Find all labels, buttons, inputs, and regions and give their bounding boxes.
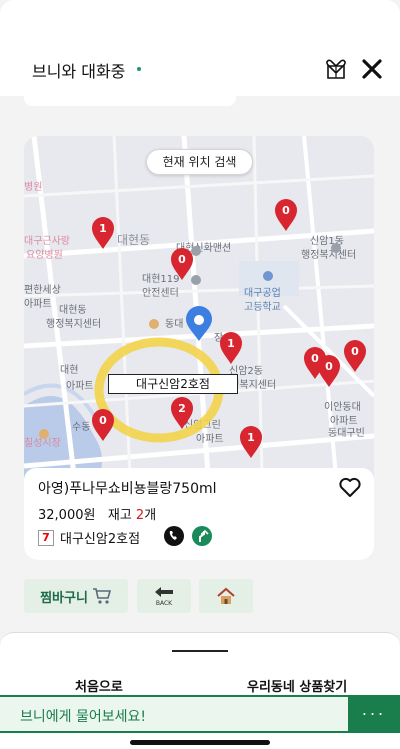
place-label: 아파트: [24, 298, 52, 310]
product-name: 아영)푸나무쇼비뇽블랑750ml: [38, 481, 217, 497]
ask-input[interactable]: 브니에게 물어보세요!: [20, 706, 146, 726]
poi-icon: [263, 271, 273, 281]
product-info-panel: 아영)푸나무쇼비뇽블랑750ml 32,000원 재고 2개 7 대구신암2호점: [24, 468, 374, 560]
find-local-products-button[interactable]: 우리동네 상품찾기: [247, 676, 347, 695]
place-label: 대현동: [117, 233, 150, 247]
marker-label: 0: [325, 360, 333, 373]
store-row: 7 대구신암2호점: [38, 528, 140, 547]
poi-icon: [191, 275, 201, 285]
app-screen: 브니와 대화중 대구근사랑 요양병원 대현동 대현신화맨션 신암1동 행정복지센…: [0, 0, 400, 749]
previous-message-bubble: [24, 92, 236, 106]
gift-heart-icon[interactable]: [323, 56, 349, 82]
place-label: 동대구빈: [328, 427, 365, 439]
place-label: 요양병원: [26, 249, 63, 261]
sheet-handle[interactable]: [172, 650, 228, 652]
place-label: 아파트: [66, 380, 94, 392]
chat-title: 브니와 대화중: [32, 62, 126, 81]
place-label: 대구공업: [244, 286, 281, 299]
place-label: 대현: [60, 364, 78, 376]
store-name: 대구신암2호점: [60, 532, 141, 547]
place-label: 병원: [24, 181, 42, 193]
marker-label: 1: [227, 337, 235, 350]
place-label: 안전센터: [142, 287, 179, 299]
home-button[interactable]: [199, 579, 253, 613]
poi-icon: [39, 429, 49, 439]
place-label: 아파트: [330, 415, 358, 427]
marker-label: 1: [99, 222, 107, 235]
poi-icon: [191, 246, 201, 256]
search-current-location-button[interactable]: 현재 위치 검색: [146, 149, 253, 175]
directions-icon[interactable]: [192, 526, 212, 546]
marker-label: 0: [99, 414, 107, 427]
close-icon[interactable]: [360, 57, 384, 81]
place-label: 편한세상: [24, 284, 61, 296]
marker-label: 0: [282, 204, 290, 217]
back-caption: BACK: [156, 600, 173, 607]
back-arrow-icon: BACK: [155, 587, 173, 607]
marker-label: 0: [311, 352, 319, 365]
basket-label: 찜바구니: [40, 590, 88, 606]
marker-label: 1: [247, 431, 255, 444]
back-button[interactable]: BACK: [137, 579, 191, 613]
place-label: 행정복지센터: [301, 249, 356, 261]
place-label: 수동: [72, 421, 90, 433]
place-label: 이안동대: [324, 401, 361, 413]
poi-icon: [331, 243, 341, 253]
place-label: 아파트: [196, 433, 224, 445]
stock-unit: 개: [144, 508, 157, 523]
marker-label: 0: [351, 345, 359, 358]
marker-label: 2: [178, 402, 186, 415]
wishlist-basket-button[interactable]: 찜바구니: [24, 579, 128, 613]
poi-icon: [149, 319, 159, 329]
stock-count: 2: [135, 508, 145, 523]
ask-bar: 브니에게 물어보세요! ...: [0, 695, 400, 733]
map-card: 대구근사랑 요양병원 대현동 대현신화맨션 신암1동 행정복지센터 대현119 …: [24, 136, 374, 560]
place-label: 대현119: [142, 273, 180, 285]
heart-outline-icon[interactable]: [338, 476, 362, 498]
place-label: 행정복지센터: [46, 318, 101, 330]
cart-icon: [92, 588, 111, 604]
price-stock-row: 32,000원 재고 2개: [38, 504, 156, 523]
home-icon: [217, 587, 235, 604]
more-options-button[interactable]: ...: [348, 695, 400, 733]
place-label: 동대: [165, 318, 183, 330]
marker-label: 0: [178, 253, 186, 266]
place-label: 대현동: [59, 304, 87, 316]
chat-header: 브니와 대화중: [0, 0, 400, 96]
home-indicator: [130, 740, 270, 745]
phone-icon[interactable]: [164, 526, 184, 546]
place-label: 칠성시장: [24, 437, 61, 449]
stock-label: 재고: [107, 508, 132, 523]
place-label: 고등학교: [244, 301, 281, 313]
go-to-start-button[interactable]: 처음으로: [75, 676, 123, 695]
store-logo: 7: [38, 529, 54, 546]
place-label: 대구근사랑: [24, 235, 70, 247]
selected-store-label[interactable]: 대구신암2호점: [108, 374, 238, 394]
online-status-dot: [137, 67, 141, 71]
product-price: 32,000원: [38, 508, 96, 523]
